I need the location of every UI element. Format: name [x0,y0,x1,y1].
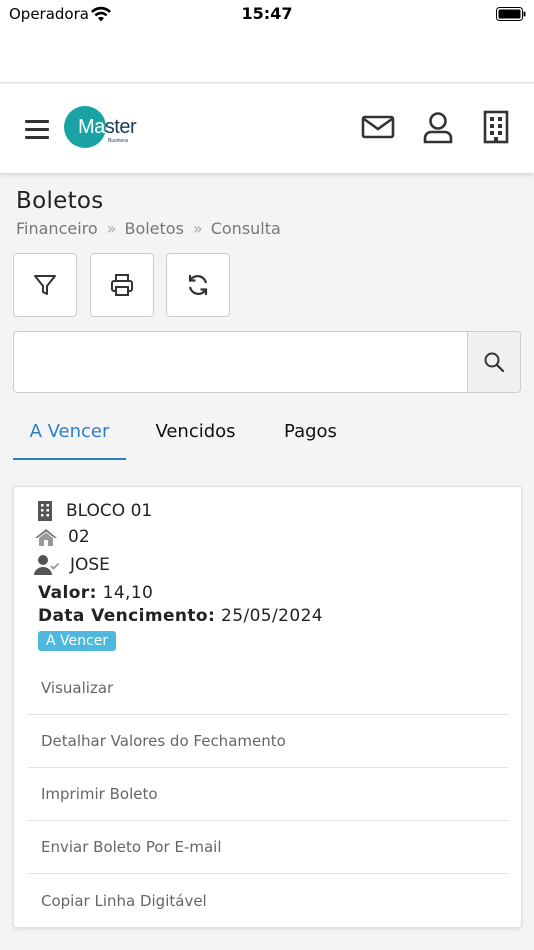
print-button[interactable] [90,253,154,317]
valor-row: Valor: 14,10 [38,583,153,603]
action-enviar-email[interactable]: Enviar Boleto Por E-mail [28,821,508,874]
action-visualizar[interactable]: Visualizar [28,662,508,715]
top-spacer [0,30,534,83]
nome-row: JOSE [34,554,110,576]
search-icon [484,352,505,373]
filter-button[interactable] [13,253,77,317]
tab-a-vencer[interactable]: A Vencer [13,412,126,460]
refresh-icon [188,275,208,295]
tab-vencidos[interactable]: Vencidos [143,412,248,460]
page-title: Boletos [16,188,104,214]
logo[interactable]: Master Business [64,106,148,150]
printer-icon [111,274,133,296]
vencimento-label: Data Vencimento: [38,606,216,626]
vencimento-value: 25/05/2024 [221,606,324,626]
unidade-row: 02 [34,527,90,547]
filter-icon [34,275,56,295]
logo-text: Master [78,116,137,138]
boleto-card: BLOCO 01 02 JOSE Valor: 14,10 Data Venci… [13,486,522,928]
menu-icon[interactable] [25,120,49,140]
battery-icon [496,7,526,21]
action-imprimir-boleto[interactable]: Imprimir Boleto [28,768,508,821]
bloco-row: BLOCO 01 [34,500,152,522]
status-tabs: A Vencer Vencidos Pagos [13,412,521,460]
building-icon [38,501,52,521]
action-copiar-linha[interactable]: Copiar Linha Digitável [28,874,508,927]
breadcrumb-item-consulta: Consulta [210,219,281,238]
bloco-label: BLOCO 01 [66,501,153,521]
unidade-label: 02 [68,527,90,547]
breadcrumb-item-boletos[interactable]: Boletos [124,219,183,238]
user-check-icon [34,555,60,575]
tab-pagos[interactable]: Pagos [268,412,353,460]
vencimento-row: Data Vencimento: 25/05/2024 [38,606,323,626]
search-input[interactable] [14,332,468,392]
user-icon[interactable] [421,110,455,144]
breadcrumb: Financeiro » Boletos » Consulta [16,219,281,238]
search-bar [13,331,521,393]
nome-label: JOSE [70,555,110,575]
status-badge: A Vencer [38,631,117,651]
valor-label: Valor: [38,583,97,603]
building-icon[interactable] [479,110,513,144]
status-bar: Operadora 15:47 [0,0,534,30]
breadcrumb-item-financeiro[interactable]: Financeiro [16,219,98,238]
logo-subtitle: Business [108,138,129,144]
refresh-button[interactable] [166,253,230,317]
home-icon [35,529,57,546]
app-header: Master Business [0,84,534,173]
breadcrumb-separator-icon: » [192,219,203,238]
mail-icon[interactable] [361,110,395,144]
status-time: 15:47 [241,4,293,23]
action-detalhar-valores[interactable]: Detalhar Valores do Fechamento [28,715,508,768]
valor-value: 14,10 [102,583,154,603]
search-button[interactable] [467,332,520,392]
breadcrumb-separator-icon: » [106,219,117,238]
